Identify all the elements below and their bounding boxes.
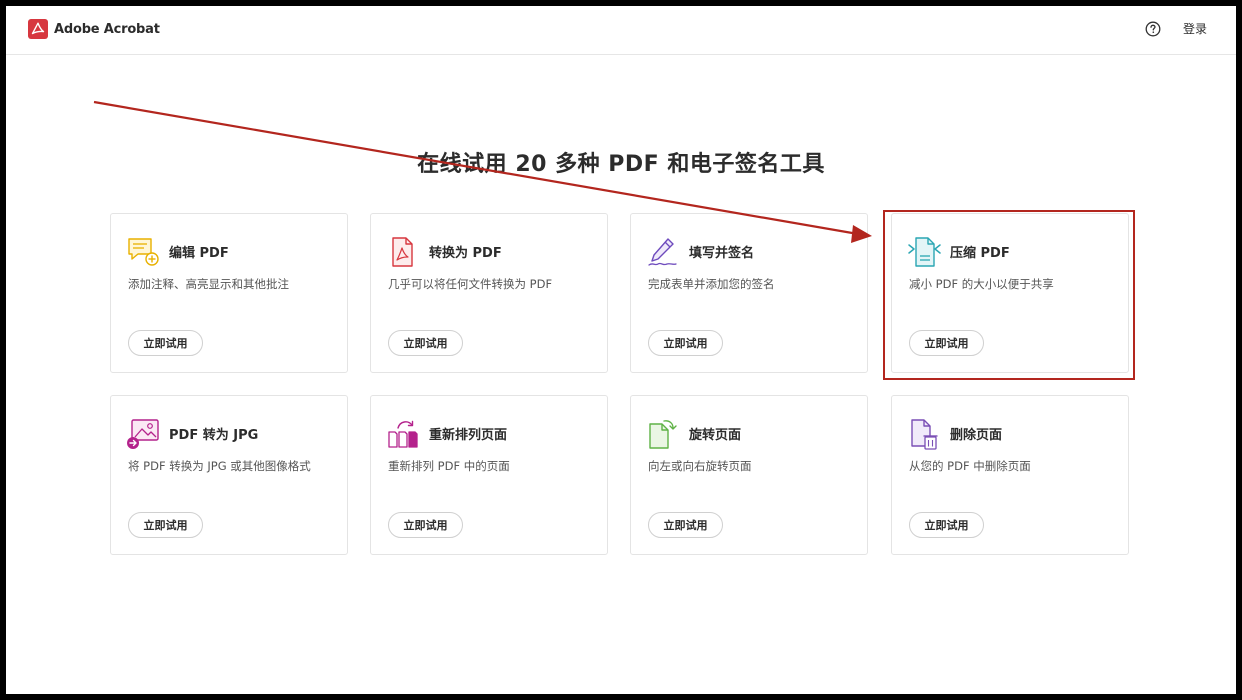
tool-card-reorder-pages[interactable]: 重新排列页面 重新排列 PDF 中的页面 立即试用 — [370, 395, 608, 555]
tool-description: 重新排列 PDF 中的页面 — [388, 459, 510, 473]
try-now-button[interactable]: 立即试用 — [388, 512, 463, 538]
try-now-button[interactable]: 立即试用 — [909, 512, 984, 538]
sign-pen-icon — [646, 236, 680, 268]
brand-name: Adobe Acrobat — [54, 21, 160, 37]
help-icon[interactable] — [1145, 21, 1161, 37]
tool-title: 重新排列页面 — [429, 428, 508, 443]
tool-card-delete-pages[interactable]: 删除页面 从您的 PDF 中删除页面 立即试用 — [891, 395, 1129, 555]
tool-title: 编辑 PDF — [169, 246, 229, 261]
tool-title: 填写并签名 — [689, 246, 755, 261]
pdf-to-jpg-icon — [126, 418, 160, 450]
tool-title: 旋转页面 — [689, 428, 742, 443]
tool-card-rotate-pages[interactable]: 旋转页面 向左或向右旋转页面 立即试用 — [630, 395, 868, 555]
tool-title: PDF 转为 JPG — [169, 428, 259, 443]
try-now-button[interactable]: 立即试用 — [909, 330, 984, 356]
tool-description: 完成表单并添加您的签名 — [648, 277, 775, 291]
tool-card-convert-pdf[interactable]: 转换为 PDF 几乎可以将任何文件转换为 PDF 立即试用 — [370, 213, 608, 373]
tool-description: 从您的 PDF 中删除页面 — [909, 459, 1031, 473]
try-now-button[interactable]: 立即试用 — [648, 330, 723, 356]
page-title: 在线试用 20 多种 PDF 和电子签名工具 — [417, 152, 825, 177]
tool-title: 删除页面 — [950, 428, 1003, 443]
convert-pdf-icon — [386, 236, 420, 268]
tool-card-fill-sign[interactable]: 填写并签名 完成表单并添加您的签名 立即试用 — [630, 213, 868, 373]
tool-title: 转换为 PDF — [429, 246, 502, 261]
try-now-button[interactable]: 立即试用 — [648, 512, 723, 538]
try-now-button[interactable]: 立即试用 — [128, 330, 203, 356]
top-header: Adobe Acrobat 登录 — [6, 6, 1236, 55]
tool-description: 向左或向右旋转页面 — [648, 459, 752, 473]
tool-title: 压缩 PDF — [950, 246, 1010, 261]
rotate-page-icon — [646, 418, 680, 450]
tool-card-pdf-to-jpg[interactable]: PDF 转为 JPG 将 PDF 转换为 JPG 或其他图像格式 立即试用 — [110, 395, 348, 555]
tool-description: 添加注释、高亮显示和其他批注 — [128, 277, 289, 291]
delete-page-icon — [907, 418, 941, 450]
tool-description: 将 PDF 转换为 JPG 或其他图像格式 — [128, 459, 311, 473]
tool-card-edit-pdf[interactable]: 编辑 PDF 添加注释、高亮显示和其他批注 立即试用 — [110, 213, 348, 373]
try-now-button[interactable]: 立即试用 — [388, 330, 463, 356]
login-link[interactable]: 登录 — [1183, 20, 1207, 37]
acrobat-logo-icon — [28, 19, 48, 39]
reorder-pages-icon — [386, 418, 420, 450]
edit-comment-icon — [126, 236, 160, 268]
try-now-button[interactable]: 立即试用 — [128, 512, 203, 538]
tool-description: 几乎可以将任何文件转换为 PDF — [388, 277, 553, 291]
compress-pdf-icon — [907, 236, 941, 268]
brand-link[interactable]: Adobe Acrobat — [28, 18, 160, 40]
tool-card-compress-pdf[interactable]: 压缩 PDF 减小 PDF 的大小以便于共享 立即试用 — [891, 213, 1129, 373]
browser-page: Adobe Acrobat 登录 在线试用 20 多种 PDF 和电子签名工具 … — [6, 6, 1236, 694]
tool-description: 减小 PDF 的大小以便于共享 — [909, 277, 1054, 291]
